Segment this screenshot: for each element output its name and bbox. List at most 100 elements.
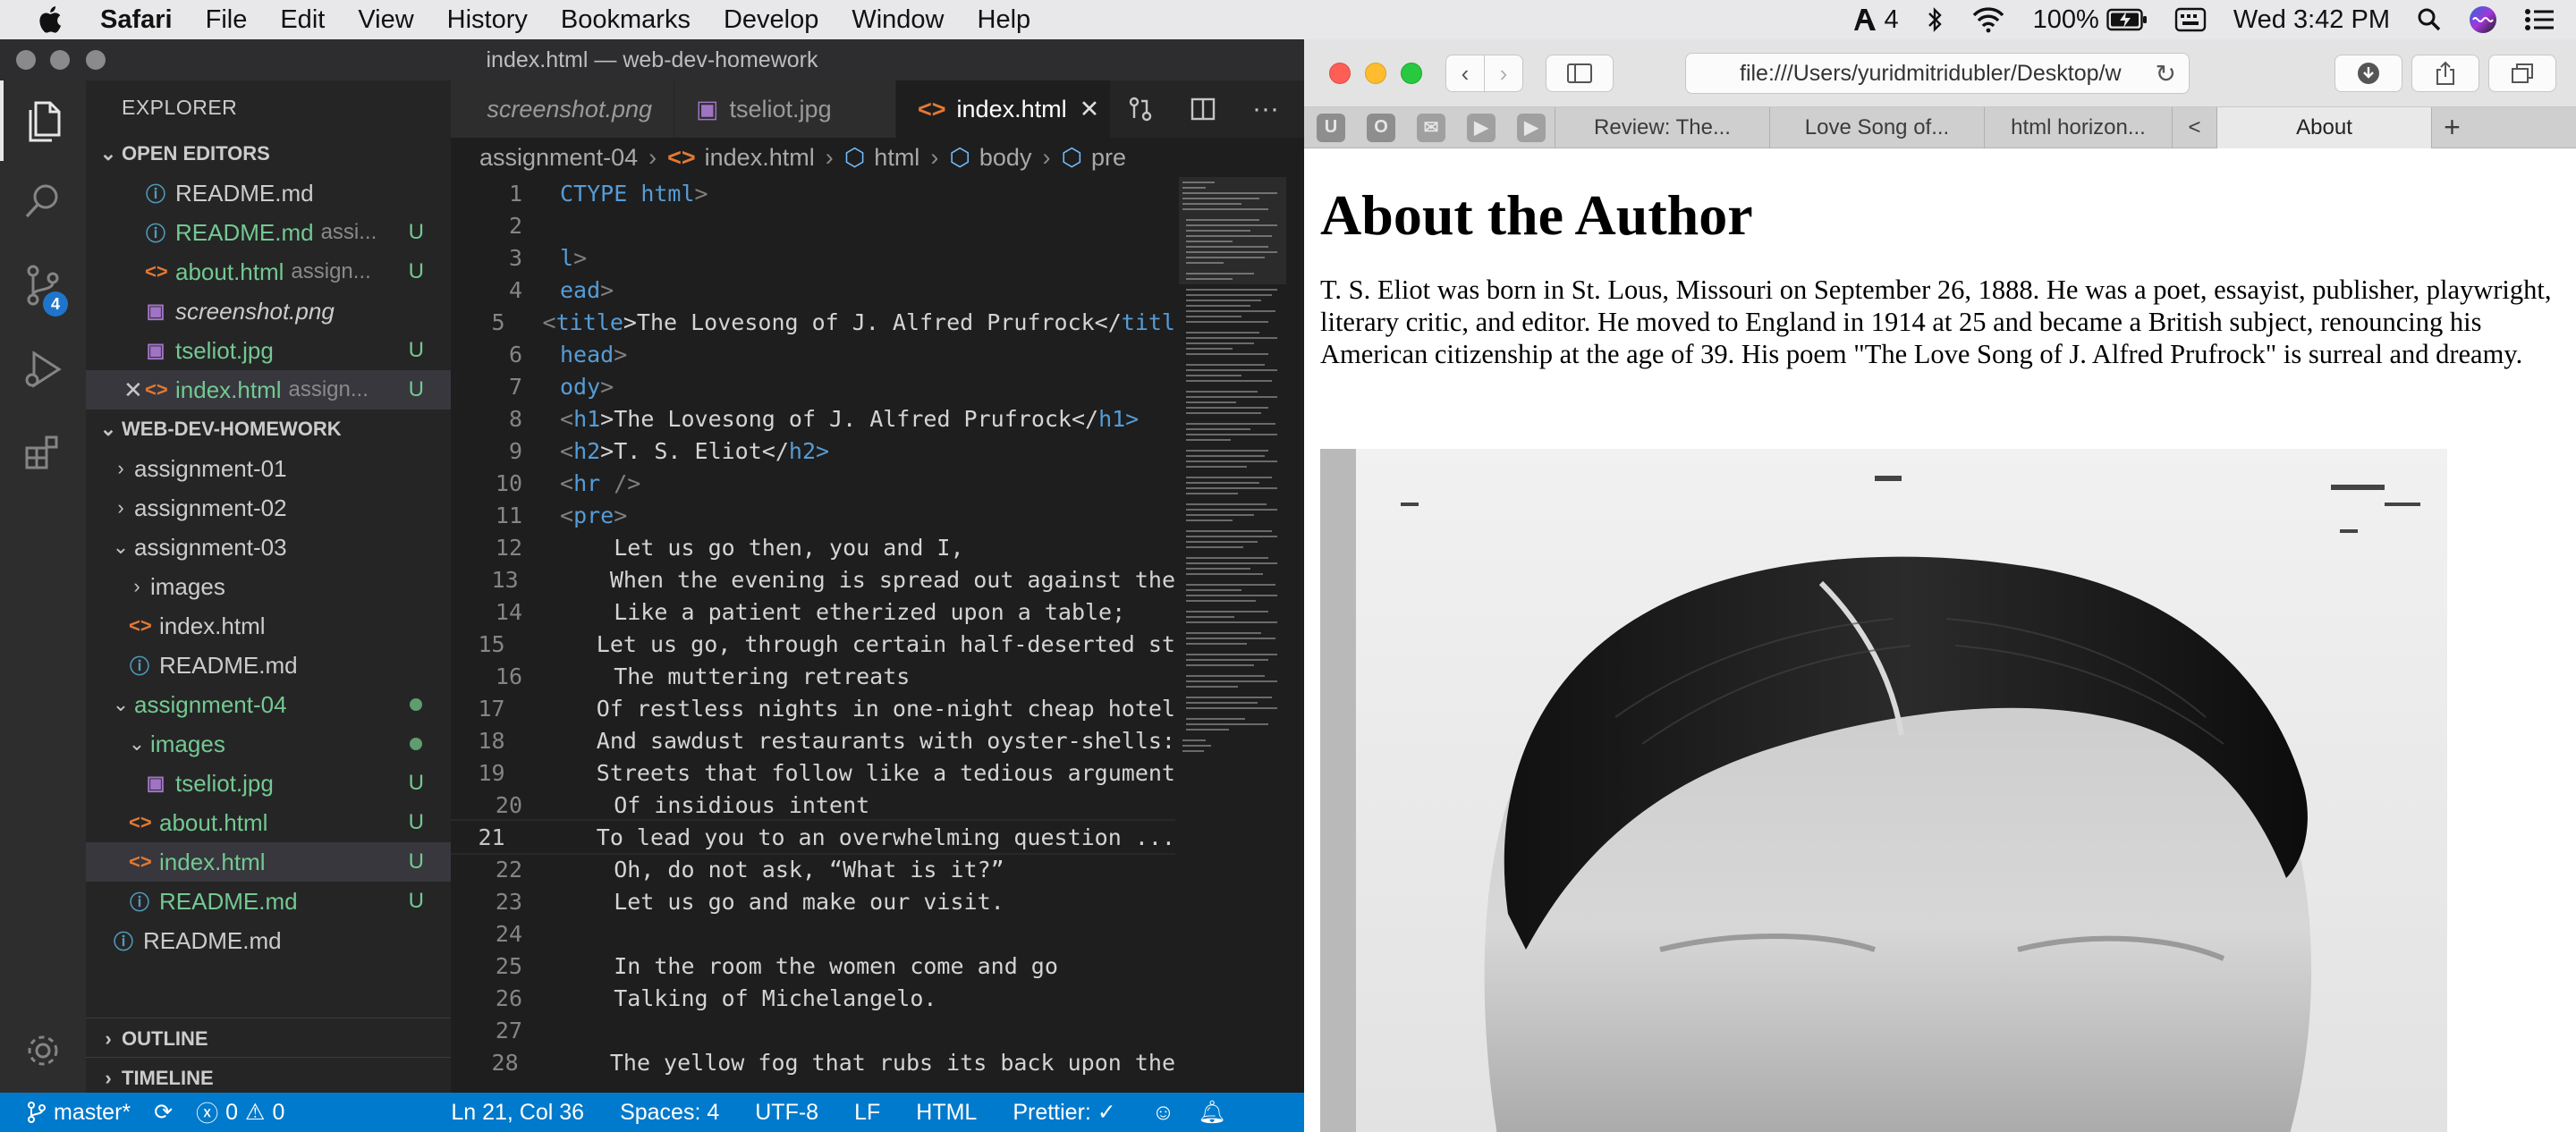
file-item-selected[interactable]: <> index.html U xyxy=(86,842,451,882)
browser-tab[interactable]: Love Song of... xyxy=(1769,106,1984,148)
youtube-icon[interactable]: ▶ xyxy=(1517,113,1546,142)
editor-scrollbar[interactable] xyxy=(1290,177,1302,1132)
status-problems[interactable]: ⓧ 0 ⚠ 0 xyxy=(196,1096,284,1128)
status-language[interactable]: HTML xyxy=(916,1100,977,1126)
reload-icon[interactable]: ↻ xyxy=(2149,58,2176,89)
menu-history[interactable]: History xyxy=(447,5,528,35)
forward-button[interactable]: › xyxy=(1484,55,1523,92)
open-editor-item[interactable]: ▣ screenshot.png xyxy=(86,291,451,331)
tab-tseliot-jpg[interactable]: ▣ tseliot.jpg xyxy=(674,80,896,138)
bell-icon[interactable]: 🔔︎ xyxy=(1198,1100,1226,1126)
tab-index-html[interactable]: <> index.html ✕ xyxy=(896,80,1111,138)
apple-icon[interactable] xyxy=(34,3,68,37)
menu-help[interactable]: Help xyxy=(978,5,1031,35)
breadcrumb-pre[interactable]: pre xyxy=(1091,144,1126,172)
menubar-clock[interactable]: Wed 3:42 PM xyxy=(2233,5,2390,35)
activity-search[interactable] xyxy=(0,161,86,241)
split-editor-icon[interactable] xyxy=(1190,96,1216,122)
window-minimize-button[interactable] xyxy=(50,50,70,70)
folder-item[interactable]: ⌄ assignment-04 xyxy=(86,685,451,724)
menu-window[interactable]: Window xyxy=(852,5,944,35)
close-icon[interactable]: ✕ xyxy=(123,376,145,404)
git-untracked-badge: U xyxy=(408,771,424,795)
menu-file[interactable]: File xyxy=(206,5,248,35)
sync-icon[interactable]: ⟳ xyxy=(154,1099,173,1126)
file-item[interactable]: ▣ tseliot.jpg U xyxy=(86,764,451,803)
more-actions-icon[interactable]: ··· xyxy=(1252,94,1279,124)
file-item[interactable]: ⓘ README.md xyxy=(86,921,451,960)
activity-source-control[interactable]: 4 xyxy=(0,245,86,325)
file-item[interactable]: <> index.html xyxy=(86,606,451,646)
menu-bookmarks[interactable]: Bookmarks xyxy=(561,5,691,35)
minimap[interactable] xyxy=(1179,177,1286,803)
wifi-icon[interactable] xyxy=(1970,6,2006,33)
browser-tab[interactable]: html horizon... xyxy=(1984,106,2172,148)
open-editor-item[interactable]: ⓘ README.md xyxy=(86,173,451,213)
open-editor-item[interactable]: ⓘ README.md assi... U xyxy=(86,213,451,252)
status-prettier[interactable]: Prettier: ✓ xyxy=(1013,1099,1115,1126)
adobe-status[interactable]: 4 xyxy=(1852,5,1899,35)
open-editor-item[interactable]: <> about.html assign... U xyxy=(86,252,451,291)
youtube-icon[interactable]: ▶ xyxy=(1467,113,1496,142)
status-cursor-position[interactable]: Ln 21, Col 36 xyxy=(451,1100,584,1126)
menu-app-name[interactable]: Safari xyxy=(100,5,173,35)
siri-icon[interactable] xyxy=(2469,5,2497,34)
breadcrumb-file[interactable]: index.html xyxy=(705,144,815,172)
open-changes-icon[interactable] xyxy=(1127,96,1154,122)
pinned-tab[interactable]: U xyxy=(1317,113,1345,142)
open-editor-item[interactable]: ▣ tseliot.jpg U xyxy=(86,331,451,370)
status-eol[interactable]: LF xyxy=(854,1100,880,1126)
activity-explorer[interactable] xyxy=(0,80,86,161)
folder-item[interactable]: › assignment-01 xyxy=(86,449,451,488)
activity-manage[interactable] xyxy=(0,1010,86,1091)
tab-overview-button[interactable] xyxy=(2488,55,2556,92)
outline-section[interactable]: › OUTLINE xyxy=(86,1019,451,1059)
menu-view[interactable]: View xyxy=(358,5,413,35)
back-button[interactable]: ‹ xyxy=(1445,55,1485,92)
bluetooth-icon[interactable] xyxy=(1926,6,1944,33)
status-indentation[interactable]: Spaces: 4 xyxy=(620,1100,719,1126)
window-zoom-button[interactable] xyxy=(86,50,106,70)
code-editor[interactable]: 1 CTYPE html > 2 3 l > 4 ead > 5 < title >The Lov… xyxy=(451,177,1175,1132)
share-button[interactable] xyxy=(2411,55,2479,92)
new-tab-button[interactable]: + xyxy=(2431,106,2472,148)
tab-screenshot-png[interactable]: screenshot.png xyxy=(451,80,674,138)
window-close-button[interactable] xyxy=(1329,63,1351,84)
keyboard-viewer-icon[interactable] xyxy=(2174,7,2207,32)
status-encoding[interactable]: UTF-8 xyxy=(755,1100,818,1126)
workspace-section[interactable]: ⌄ WEB-DEV-HOMEWORK xyxy=(86,410,451,449)
tab-scroll-left[interactable]: < xyxy=(2172,106,2216,148)
folder-item[interactable]: › assignment-02 xyxy=(86,488,451,528)
browser-tab-active[interactable]: About xyxy=(2216,106,2431,148)
menu-develop[interactable]: Develop xyxy=(724,5,818,35)
file-item[interactable]: <> about.html U xyxy=(86,803,451,842)
status-branch[interactable]: master* xyxy=(27,1100,131,1126)
close-icon[interactable]: ✕ xyxy=(1080,96,1100,123)
feedback-icon[interactable]: ☺ xyxy=(1152,1100,1175,1126)
activity-run-debug[interactable] xyxy=(0,329,86,410)
address-bar[interactable]: file:///Users/yuridmitridubler/Desktop/w… xyxy=(1685,53,2190,94)
activity-extensions[interactable] xyxy=(0,411,86,492)
open-editors-section[interactable]: ⌄ OPEN EDITORS xyxy=(86,134,451,173)
notification-center-icon[interactable] xyxy=(2524,7,2555,32)
breadcrumb-body[interactable]: body xyxy=(979,144,1032,172)
mail-icon[interactable]: ✉ xyxy=(1417,113,1445,142)
spotlight-search-icon[interactable] xyxy=(2417,7,2442,32)
folder-item[interactable]: ⌄ images xyxy=(86,724,451,764)
open-editor-item-active[interactable]: ✕ <> index.html assign... U xyxy=(86,370,451,410)
file-item[interactable]: ⓘ README.md xyxy=(86,646,451,685)
breadcrumb-folder[interactable]: assignment-04 xyxy=(479,144,638,172)
battery-status[interactable]: 100% xyxy=(2033,5,2148,35)
file-item[interactable]: ⓘ README.md U xyxy=(86,882,451,921)
folder-item[interactable]: ⌄ assignment-03 xyxy=(86,528,451,567)
downloads-button[interactable] xyxy=(2334,55,2402,92)
pinned-tab[interactable]: O xyxy=(1367,113,1395,142)
folder-item[interactable]: › images xyxy=(86,567,451,606)
window-minimize-button[interactable] xyxy=(1365,63,1386,84)
browser-tab[interactable]: Review: The... xyxy=(1555,106,1769,148)
sidebar-toggle-button[interactable] xyxy=(1546,55,1614,92)
window-zoom-button[interactable] xyxy=(1401,63,1422,84)
menu-edit[interactable]: Edit xyxy=(280,5,325,35)
window-close-button[interactable] xyxy=(16,50,36,70)
breadcrumb-html[interactable]: html xyxy=(874,144,919,172)
